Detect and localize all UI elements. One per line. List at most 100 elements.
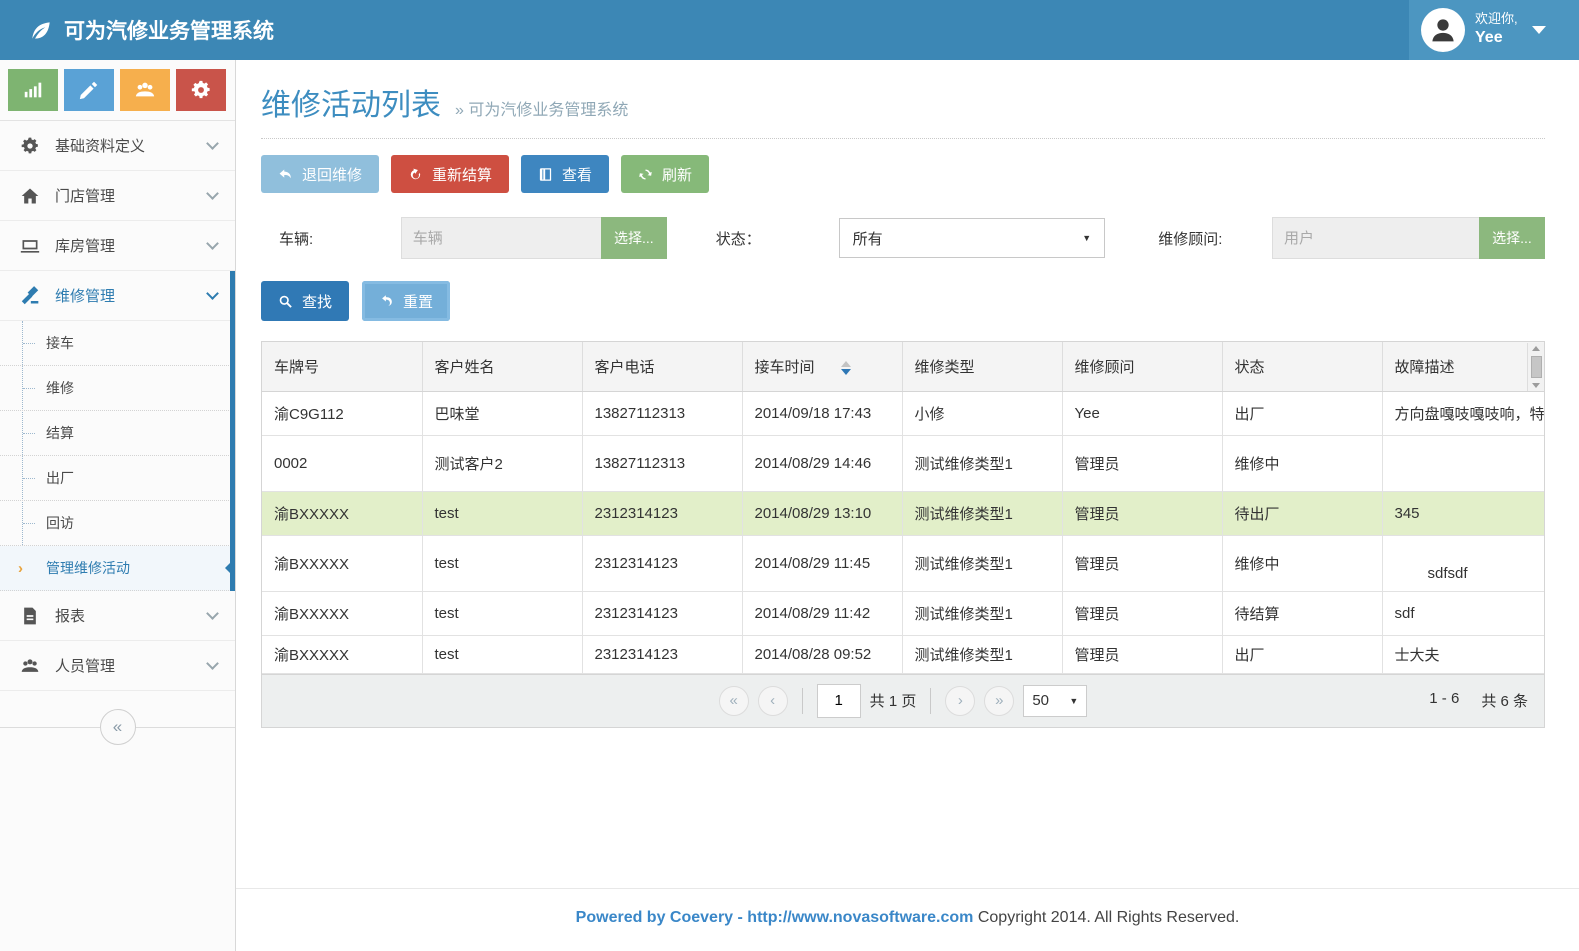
col-plate-number[interactable]: 车牌号 bbox=[262, 342, 422, 391]
table-row[interactable]: 渝BXXXXXtest 23123141232014/08/28 09:52 测… bbox=[262, 635, 1544, 673]
table-row-selected[interactable]: 渝BXXXXXtest 23123141232014/08/29 13:10 测… bbox=[262, 491, 1544, 535]
users-icon bbox=[20, 656, 40, 676]
scroll-down-icon[interactable] bbox=[1532, 383, 1540, 388]
col-receive-time[interactable]: 接车时间 bbox=[742, 342, 902, 391]
sidebar-item-label: 报表 bbox=[55, 605, 85, 626]
undo-icon bbox=[379, 294, 394, 309]
vehicle-label: 车辆: bbox=[279, 228, 401, 249]
table-scrollbar[interactable] bbox=[1527, 343, 1544, 391]
record-range: 1 - 6 共 6 条 bbox=[1429, 690, 1528, 711]
scroll-up-icon[interactable] bbox=[1532, 346, 1540, 351]
advisor-select-button[interactable]: 选择... bbox=[1479, 217, 1545, 259]
submenu-item-repair[interactable]: 维修 bbox=[0, 366, 235, 411]
reset-button[interactable]: 重置 bbox=[362, 281, 450, 321]
submenu-item-follow-up[interactable]: 回访 bbox=[0, 501, 235, 546]
dropdown-arrow-icon: ▼ bbox=[1069, 696, 1078, 706]
vehicle-select-button[interactable]: 选择... bbox=[601, 217, 667, 259]
view-button[interactable]: 查看 bbox=[521, 155, 609, 193]
pencil-icon bbox=[78, 79, 100, 101]
sort-icon[interactable] bbox=[841, 361, 851, 375]
app-logo[interactable]: 可为汽修业务管理系统 bbox=[28, 15, 274, 45]
leaf-icon bbox=[28, 17, 54, 43]
sidebar-item-label: 门店管理 bbox=[55, 185, 115, 206]
status-label: 状态： bbox=[716, 228, 839, 249]
status-selected-value: 所有 bbox=[853, 228, 883, 249]
table-row[interactable]: 渝BXXXXXtest 23123141232014/08/29 11:45 测… bbox=[262, 535, 1544, 591]
sidebar-item-stores[interactable]: 门店管理 bbox=[0, 171, 235, 221]
caret-down-icon bbox=[1532, 26, 1546, 34]
sidebar-item-base-data[interactable]: 基础资料定义 bbox=[0, 121, 235, 171]
chevron-right-icon: › bbox=[18, 560, 23, 577]
page-size-select[interactable]: 50 ▼ bbox=[1023, 685, 1087, 717]
chevron-down-icon bbox=[206, 137, 219, 150]
submenu-item-settlement[interactable]: 结算 bbox=[0, 411, 235, 456]
advisor-input[interactable] bbox=[1272, 217, 1479, 259]
gears-button[interactable] bbox=[176, 69, 226, 111]
first-page-button[interactable]: « bbox=[719, 686, 749, 716]
sidebar-item-personnel[interactable]: 人员管理 bbox=[0, 641, 235, 691]
chevron-down-icon bbox=[206, 657, 219, 670]
page-number-input[interactable] bbox=[817, 684, 861, 718]
col-customer-phone[interactable]: 客户电话 bbox=[582, 342, 742, 391]
vehicle-input[interactable] bbox=[401, 217, 601, 259]
pagination-bar: « ‹ 共 1 页 › » 50 ▼ 1 - 6 共 6 条 bbox=[261, 674, 1545, 728]
user-menu[interactable]: 欢迎你, Yee bbox=[1409, 0, 1579, 60]
status-select[interactable]: 所有 ▼ bbox=[839, 218, 1106, 258]
return-repair-button[interactable]: 退回维修 bbox=[261, 155, 379, 193]
col-repair-advisor[interactable]: 维修顾问 bbox=[1062, 342, 1222, 391]
search-button[interactable]: 查找 bbox=[261, 281, 349, 321]
divider bbox=[261, 138, 1545, 139]
sidebar-collapse-button[interactable]: « bbox=[100, 709, 136, 745]
advisor-label: 维修顾问: bbox=[1158, 228, 1272, 249]
col-repair-type[interactable]: 维修类型 bbox=[902, 342, 1062, 391]
welcome-text: 欢迎你, Yee bbox=[1475, 11, 1518, 49]
sidebar: 基础资料定义 门店管理 库房管理 维修管理 接车 维修 结算 出厂 回访 › 管… bbox=[0, 60, 236, 951]
submenu-item-leave-factory[interactable]: 出厂 bbox=[0, 456, 235, 501]
refresh-button[interactable]: 刷新 bbox=[621, 155, 709, 193]
col-fault-description[interactable]: 故障描述 bbox=[1382, 342, 1544, 391]
sidebar-item-warehouse[interactable]: 库房管理 bbox=[0, 221, 235, 271]
pagination-separator bbox=[802, 688, 803, 714]
page-head: 维修活动列表 » 可为汽修业务管理系统 bbox=[261, 60, 1545, 124]
file-icon bbox=[20, 606, 40, 626]
search-icon bbox=[278, 294, 293, 309]
prev-page-button[interactable]: ‹ bbox=[758, 686, 788, 716]
main-content: 维修活动列表 » 可为汽修业务管理系统 退回维修 重新结算 查看 刷新 车辆: … bbox=[236, 60, 1579, 728]
repair-submenu: 接车 维修 结算 出厂 回访 › 管理维修活动 bbox=[0, 321, 235, 591]
footer: Powered by Coevery - http://www.novasoft… bbox=[236, 888, 1579, 927]
sidebar-item-reports[interactable]: 报表 bbox=[0, 591, 235, 641]
col-customer-name[interactable]: 客户姓名 bbox=[422, 342, 582, 391]
scrollbar-thumb[interactable] bbox=[1531, 356, 1542, 378]
next-page-button[interactable]: › bbox=[945, 686, 975, 716]
footer-link[interactable]: Powered by Coevery - http://www.novasoft… bbox=[576, 909, 974, 926]
range-text: 1 - 6 bbox=[1429, 690, 1459, 711]
chevron-down-icon bbox=[206, 187, 219, 200]
reply-icon bbox=[278, 167, 293, 182]
home-icon bbox=[20, 186, 40, 206]
table-header-row: 车牌号 客户姓名 客户电话 接车时间 维修类型 维修顾问 状态 故障描述 bbox=[262, 342, 1544, 391]
toolbar: 退回维修 重新结算 查看 刷新 bbox=[261, 155, 1545, 193]
col-status[interactable]: 状态 bbox=[1222, 342, 1382, 391]
table-row[interactable]: 0002测试客户2 138271123132014/08/29 14:46 测试… bbox=[262, 435, 1544, 491]
bar-chart-icon bbox=[22, 79, 44, 101]
gears-icon bbox=[20, 136, 40, 156]
person-icon bbox=[1426, 13, 1460, 47]
pencil-button[interactable] bbox=[64, 69, 114, 111]
pagination-separator bbox=[930, 688, 931, 714]
chevron-down-icon bbox=[206, 237, 219, 250]
vehicle-input-group: 选择... bbox=[401, 217, 667, 259]
submenu-item-manage-repair-activities[interactable]: › 管理维修活动 bbox=[0, 546, 235, 591]
chevron-down-icon bbox=[206, 607, 219, 620]
last-page-button[interactable]: » bbox=[984, 686, 1014, 716]
users-button[interactable] bbox=[120, 69, 170, 111]
submenu-item-receive-car[interactable]: 接车 bbox=[0, 321, 235, 366]
table-row[interactable]: 渝C9G112巴味堂 138271123132014/09/18 17:43 小… bbox=[262, 391, 1544, 435]
bar-chart-button[interactable] bbox=[8, 69, 58, 111]
filter-bar: 车辆: 选择... 状态： 所有 ▼ 维修顾问: 选择... bbox=[261, 217, 1545, 259]
resettle-button[interactable]: 重新结算 bbox=[391, 155, 509, 193]
find-bar: 查找 重置 bbox=[261, 281, 1545, 321]
sidebar-item-label: 基础资料定义 bbox=[55, 135, 145, 156]
sidebar-item-repair-management[interactable]: 维修管理 bbox=[0, 271, 235, 321]
table-row[interactable]: 渝BXXXXXtest 23123141232014/08/29 11:42 测… bbox=[262, 591, 1544, 635]
laptop-icon bbox=[20, 236, 40, 256]
